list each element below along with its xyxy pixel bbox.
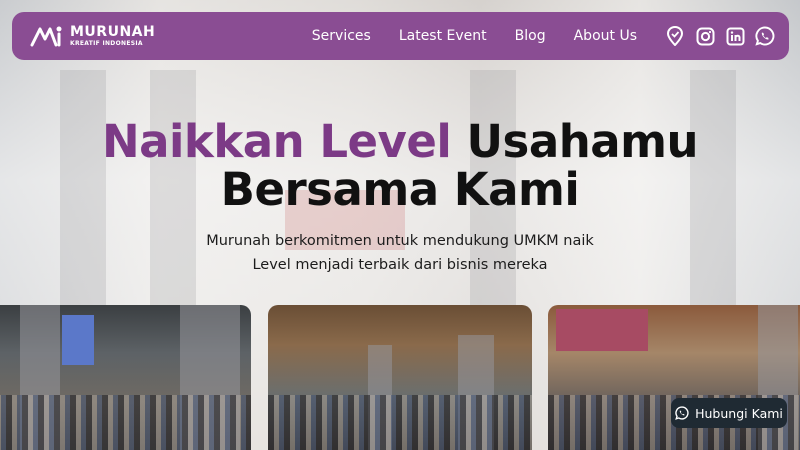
hero-subtitle-line2: Level menjadi terbaik dari bisnis mereka bbox=[252, 257, 548, 273]
nav-links: Services Latest Event Blog About Us bbox=[312, 28, 637, 44]
nav-link-about-us[interactable]: About Us bbox=[574, 28, 637, 44]
brand-tagline: KREATIF INDONESIA bbox=[70, 40, 143, 47]
whatsapp-icon bbox=[675, 406, 689, 420]
nav-link-services[interactable]: Services bbox=[312, 28, 371, 44]
hero-subtitle: Murunah berkomitmen untuk mendukung UMKM… bbox=[0, 229, 800, 277]
navbar: MURUNAH KREATIF INDONESIA Services Lates… bbox=[12, 12, 789, 60]
hero-title: Naikkan Level Usahamu Bersama Kami bbox=[0, 118, 800, 214]
hero-title-accent: Naikkan Level bbox=[101, 115, 452, 168]
contact-button-label: Hubungi Kami bbox=[695, 405, 783, 421]
brand-logo[interactable]: MURUNAH KREATIF INDONESIA bbox=[30, 23, 155, 49]
event-photo-1 bbox=[0, 305, 251, 450]
linkedin-icon[interactable] bbox=[725, 26, 745, 46]
murunah-logo-icon bbox=[30, 26, 62, 47]
nav-link-blog[interactable]: Blog bbox=[515, 28, 546, 44]
location-icon[interactable] bbox=[665, 26, 685, 46]
event-photo-3 bbox=[548, 305, 800, 450]
whatsapp-icon[interactable] bbox=[755, 26, 775, 46]
instagram-icon[interactable] bbox=[695, 26, 715, 46]
hero-title-line2: Bersama Kami bbox=[220, 163, 580, 216]
hero-title-rest: Usahamu bbox=[466, 115, 699, 168]
hero-subtitle-line1: Murunah berkomitmen untuk mendukung UMKM… bbox=[206, 233, 594, 249]
contact-button[interactable]: Hubungi Kami bbox=[671, 398, 787, 428]
event-photo-2 bbox=[268, 305, 532, 450]
nav-link-latest-event[interactable]: Latest Event bbox=[399, 28, 487, 44]
social-icons bbox=[665, 26, 775, 46]
brand-name: MURUNAH bbox=[70, 24, 156, 40]
